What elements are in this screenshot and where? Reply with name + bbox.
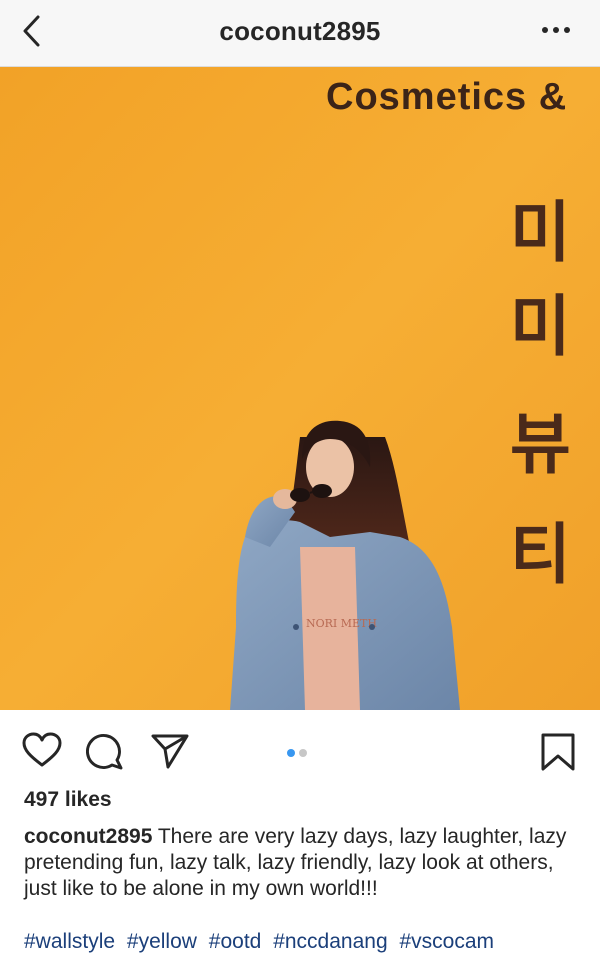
korean-char-3: 뷰 xyxy=(510,406,571,483)
shirt-text: NORI METH xyxy=(306,617,377,630)
hashtag[interactable]: #ootd xyxy=(209,930,262,953)
like-button[interactable] xyxy=(22,732,62,773)
top-bar: coconut2895 xyxy=(0,0,600,67)
hashtag[interactable]: #vscocam xyxy=(399,930,494,953)
korean-char-2: 미 xyxy=(510,288,571,365)
hashtag[interactable]: #nccdanang xyxy=(273,930,387,953)
hashtag[interactable]: #yellow xyxy=(127,930,197,953)
more-options-button[interactable] xyxy=(540,20,572,40)
share-button[interactable] xyxy=(150,732,190,775)
page-title: coconut2895 xyxy=(219,16,381,46)
comment-button[interactable] xyxy=(86,732,124,775)
caption-username[interactable]: coconut2895 xyxy=(24,825,152,848)
hashtag[interactable]: #wallstyle xyxy=(24,930,115,953)
post-photo[interactable]: Cosmetics & 미 미 뷰 티 NORI METH xyxy=(0,67,600,710)
carousel-dot xyxy=(299,749,307,757)
carousel-indicator xyxy=(287,744,311,762)
ellipsis-icon xyxy=(542,27,570,33)
sign-text: Cosmetics & xyxy=(326,76,567,118)
heart-icon xyxy=(22,732,62,767)
hashtags: #wallstyle #yellow #ootd #nccdanang #vsc… xyxy=(24,930,500,954)
korean-char-1: 미 xyxy=(510,194,571,271)
comment-icon xyxy=(86,734,123,770)
save-button[interactable] xyxy=(540,732,576,777)
send-icon xyxy=(151,734,189,769)
bookmark-icon xyxy=(541,733,575,771)
korean-char-4: 티 xyxy=(510,516,571,593)
post-caption: coconut2895 There are very lazy days, la… xyxy=(24,824,580,902)
carousel-dot-active xyxy=(287,749,295,757)
likes-count[interactable]: 497 likes xyxy=(24,788,112,812)
